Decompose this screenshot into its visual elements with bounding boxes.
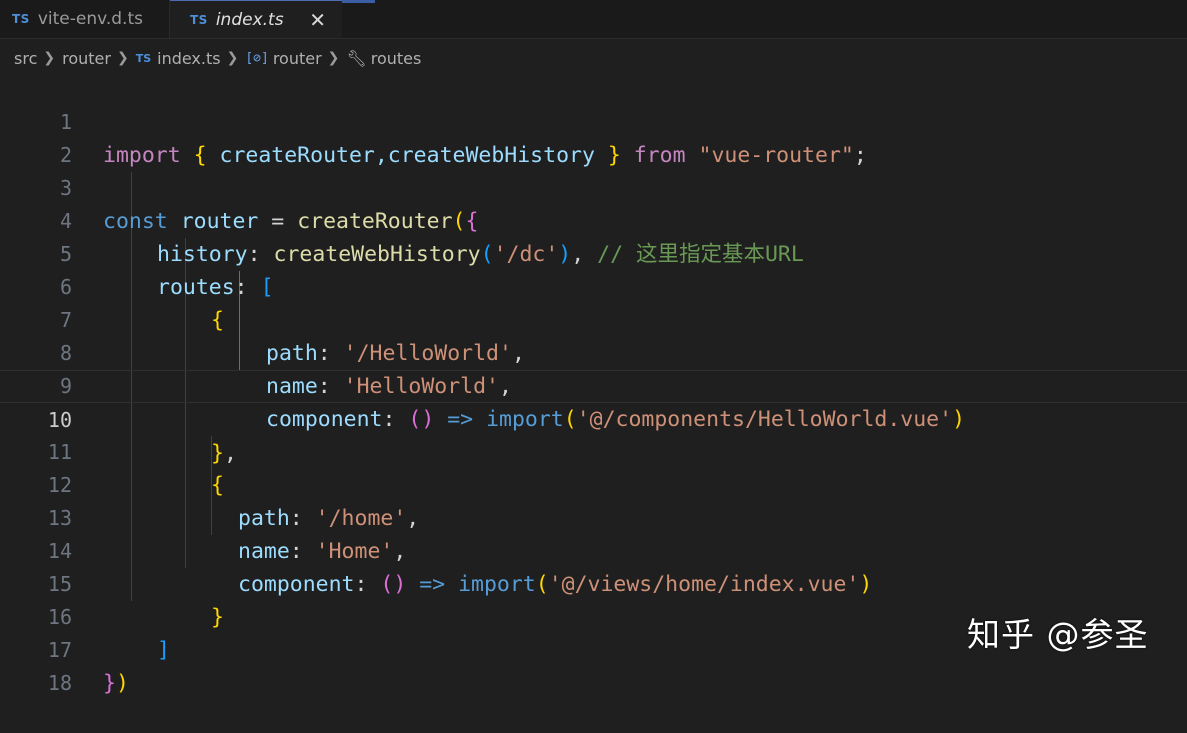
chevron-right-icon: ❯ <box>226 50 239 66</box>
chevron-right-icon: ❯ <box>43 50 56 66</box>
code-line: 11 { <box>0 403 1187 498</box>
breadcrumb-item-router[interactable]: router <box>62 49 111 68</box>
wrench-icon: 🔧︎ <box>346 48 367 68</box>
typescript-file-icon: TS <box>12 12 30 26</box>
code-line: 15 } <box>0 535 1187 630</box>
line-number: 18 <box>47 671 72 695</box>
code-line: 1 import { createRouter,createWebHistory… <box>0 73 1187 168</box>
typescript-file-icon: TS <box>135 51 152 65</box>
zhihu-watermark: 知乎 @参圣 <box>967 615 1149 654</box>
variable-symbol-icon: [⊘] <box>245 50 269 66</box>
code-line-current: 10 }, <box>0 370 1187 466</box>
tab-label: index.ts <box>215 9 284 30</box>
tab-label: vite-env.d.ts <box>37 9 143 29</box>
tab-index-ts[interactable]: TS index.ts ✕ <box>170 0 342 38</box>
code-text: }) <box>103 671 129 696</box>
breadcrumb: src ❯ router ❯ TS index.ts ❯ [⊘] router … <box>0 44 1187 72</box>
code-line: 16 ] <box>0 568 1187 663</box>
code-line: 5 routes: [ <box>0 205 1187 300</box>
code-line: 6 { <box>0 238 1187 333</box>
breadcrumb-item-file[interactable]: index.ts <box>157 49 220 68</box>
close-icon[interactable]: ✕ <box>309 8 326 32</box>
code-line: 14 component: () => import('@/views/home… <box>0 502 1187 597</box>
chevron-right-icon: ❯ <box>116 50 129 66</box>
code-line: 2 <box>0 106 1187 167</box>
code-line: 13 name: 'Home', <box>0 469 1187 564</box>
code-line: 12 path: '/home', <box>0 436 1187 531</box>
editor-tab-bar: TS vite-env.d.ts TS index.ts ✕ <box>0 0 1187 39</box>
breadcrumb-item-symbol[interactable]: router <box>273 49 322 68</box>
code-line: 4 history: createWebHistory('/dc'), // 这… <box>0 172 1187 267</box>
code-line: 3 const router = createRouter({ <box>0 139 1187 234</box>
code-line: 9 component: () => import('@/components/… <box>0 337 1187 432</box>
code-line: 8 name: 'HelloWorld', <box>0 304 1187 399</box>
chevron-right-icon: ❯ <box>327 50 340 66</box>
tab-vite-env[interactable]: TS vite-env.d.ts <box>0 0 170 38</box>
code-editor[interactable]: 1 import { createRouter,createWebHistory… <box>0 73 1187 696</box>
breadcrumb-item-src[interactable]: src <box>14 49 37 68</box>
breadcrumb-item-property[interactable]: routes <box>371 49 422 68</box>
typescript-file-icon: TS <box>190 12 208 27</box>
code-line: 7 path: '/HelloWorld', <box>0 271 1187 366</box>
